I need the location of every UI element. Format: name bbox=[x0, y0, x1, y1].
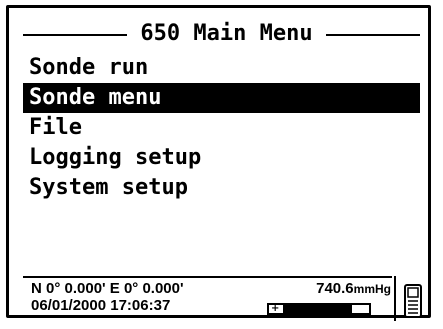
main-menu: Sonde run Sonde menu File Logging setup … bbox=[23, 53, 420, 203]
page-title: 650 Main Menu bbox=[140, 21, 313, 46]
gps-coordinates: N 0° 0.000' E 0° 0.000' bbox=[31, 280, 184, 297]
status-bar-divider bbox=[23, 276, 392, 278]
barometric-pressure: 740.6mmHg bbox=[287, 281, 391, 297]
battery-plus-icon: + bbox=[271, 303, 280, 314]
menu-item-sonde-menu[interactable]: Sonde menu bbox=[23, 83, 420, 113]
pressure-unit: mmHg bbox=[353, 282, 391, 296]
status-vertical-divider bbox=[394, 276, 396, 321]
pressure-value: 740.6 bbox=[316, 280, 354, 297]
menu-title-bar: 650 Main Menu bbox=[23, 21, 420, 47]
battery-level-fill bbox=[283, 305, 352, 313]
battery-icon: + bbox=[267, 303, 371, 315]
title-rule-right bbox=[326, 34, 420, 36]
menu-item-logging-setup[interactable]: Logging setup bbox=[23, 143, 420, 173]
date-time: 06/01/2000 17:06:37 bbox=[31, 297, 171, 314]
title-rule-left bbox=[23, 34, 127, 36]
handheld-device-icon bbox=[402, 284, 424, 318]
menu-item-system-setup[interactable]: System setup bbox=[23, 173, 420, 203]
menu-item-file[interactable]: File bbox=[23, 113, 420, 143]
menu-item-sonde-run[interactable]: Sonde run bbox=[23, 53, 420, 83]
device-screen: 650 Main Menu Sonde run Sonde menu File … bbox=[6, 5, 431, 321]
